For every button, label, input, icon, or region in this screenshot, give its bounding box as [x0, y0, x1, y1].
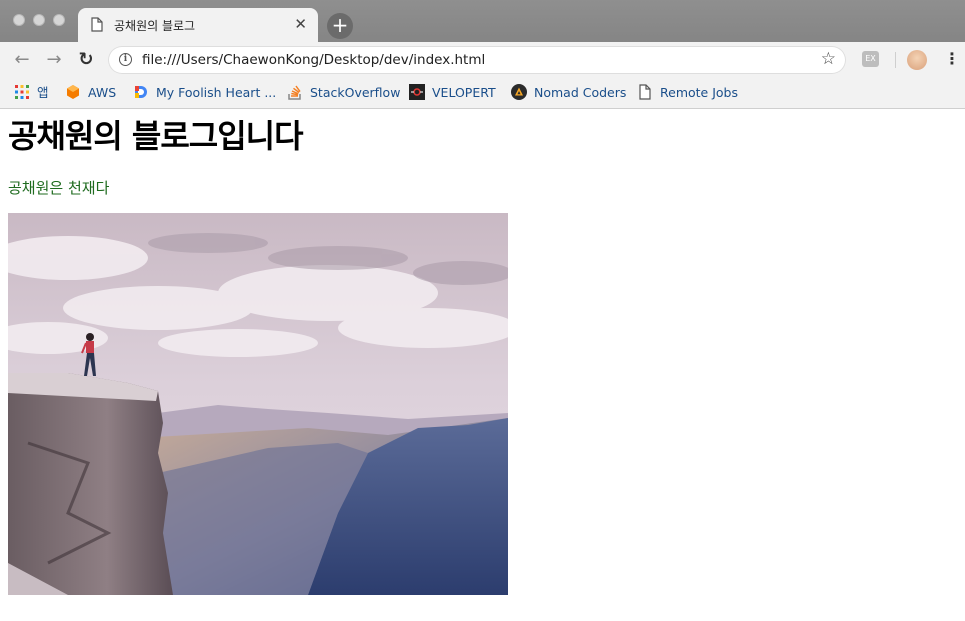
velopert-icon: [409, 84, 425, 100]
bookmark-my-foolish-heart[interactable]: My Foolish Heart ...: [133, 84, 276, 102]
bookmark-stackoverflow[interactable]: StackOverflow: [287, 84, 400, 102]
address-bar[interactable]: i file:///Users/ChaewonKong/Desktop/dev/…: [108, 46, 846, 74]
bookmark-apps[interactable]: 앱: [14, 84, 49, 102]
info-icon[interactable]: i: [119, 53, 132, 66]
bookmark-label: My Foolish Heart ...: [156, 85, 277, 100]
maximize-window-button[interactable]: [53, 14, 65, 26]
tab-strip: 공채원의 블로그 ✕ +: [0, 0, 965, 42]
bookmarks-bar: 앱 AWS My Foolish Heart ... StackOverflow…: [0, 78, 965, 109]
bookmark-label: VELOPERT: [432, 85, 496, 100]
bookmark-star-icon[interactable]: ☆: [821, 49, 836, 69]
minimize-window-button[interactable]: [33, 14, 45, 26]
browser-menu-icon[interactable]: ⋮: [944, 49, 960, 69]
bookmark-label: StackOverflow: [310, 85, 401, 100]
document-icon: [637, 84, 653, 100]
url-text[interactable]: file:///Users/ChaewonKong/Desktop/dev/in…: [142, 52, 485, 68]
bookmark-label: Remote Jobs: [660, 85, 738, 100]
page-content: 공채원의 블로그입니다 공채원은 천재다: [8, 110, 304, 198]
bookmark-aws[interactable]: AWS: [65, 84, 116, 102]
bookmark-label: Nomad Coders: [534, 85, 627, 100]
page-heading: 공채원의 블로그입니다: [8, 117, 304, 155]
back-button[interactable]: ←: [11, 49, 33, 71]
aws-icon: [65, 84, 81, 100]
apps-grid-icon: [14, 84, 30, 100]
new-tab-button[interactable]: +: [327, 13, 353, 39]
extension-icon[interactable]: EX: [862, 51, 879, 67]
page-paragraph: 공채원은 천재다: [8, 179, 110, 197]
forward-button[interactable]: →: [43, 49, 65, 71]
d-logo-icon: [133, 84, 149, 100]
tab-close-icon[interactable]: ✕: [294, 15, 307, 33]
tab-title: 공채원의 블로그: [114, 19, 196, 33]
bookmark-label: AWS: [88, 85, 117, 100]
toolbar: ← → ↻ i file:///Users/ChaewonKong/Deskto…: [0, 42, 965, 78]
stackoverflow-icon: [287, 84, 303, 100]
bookmark-label: 앱: [37, 85, 49, 100]
hero-image: [8, 213, 508, 595]
profile-avatar[interactable]: [907, 50, 927, 70]
close-window-button[interactable]: [13, 14, 25, 26]
tab-active[interactable]: 공채원의 블로그 ✕: [78, 8, 318, 42]
reload-button[interactable]: ↻: [75, 49, 97, 71]
bookmark-velopert[interactable]: VELOPERT: [409, 84, 496, 102]
bookmark-nomad-coders[interactable]: Nomad Coders: [511, 84, 626, 102]
nomad-icon: [511, 84, 527, 100]
bookmark-remote-jobs[interactable]: Remote Jobs: [637, 84, 738, 102]
document-icon: [91, 17, 103, 36]
toolbar-divider: [895, 52, 896, 68]
